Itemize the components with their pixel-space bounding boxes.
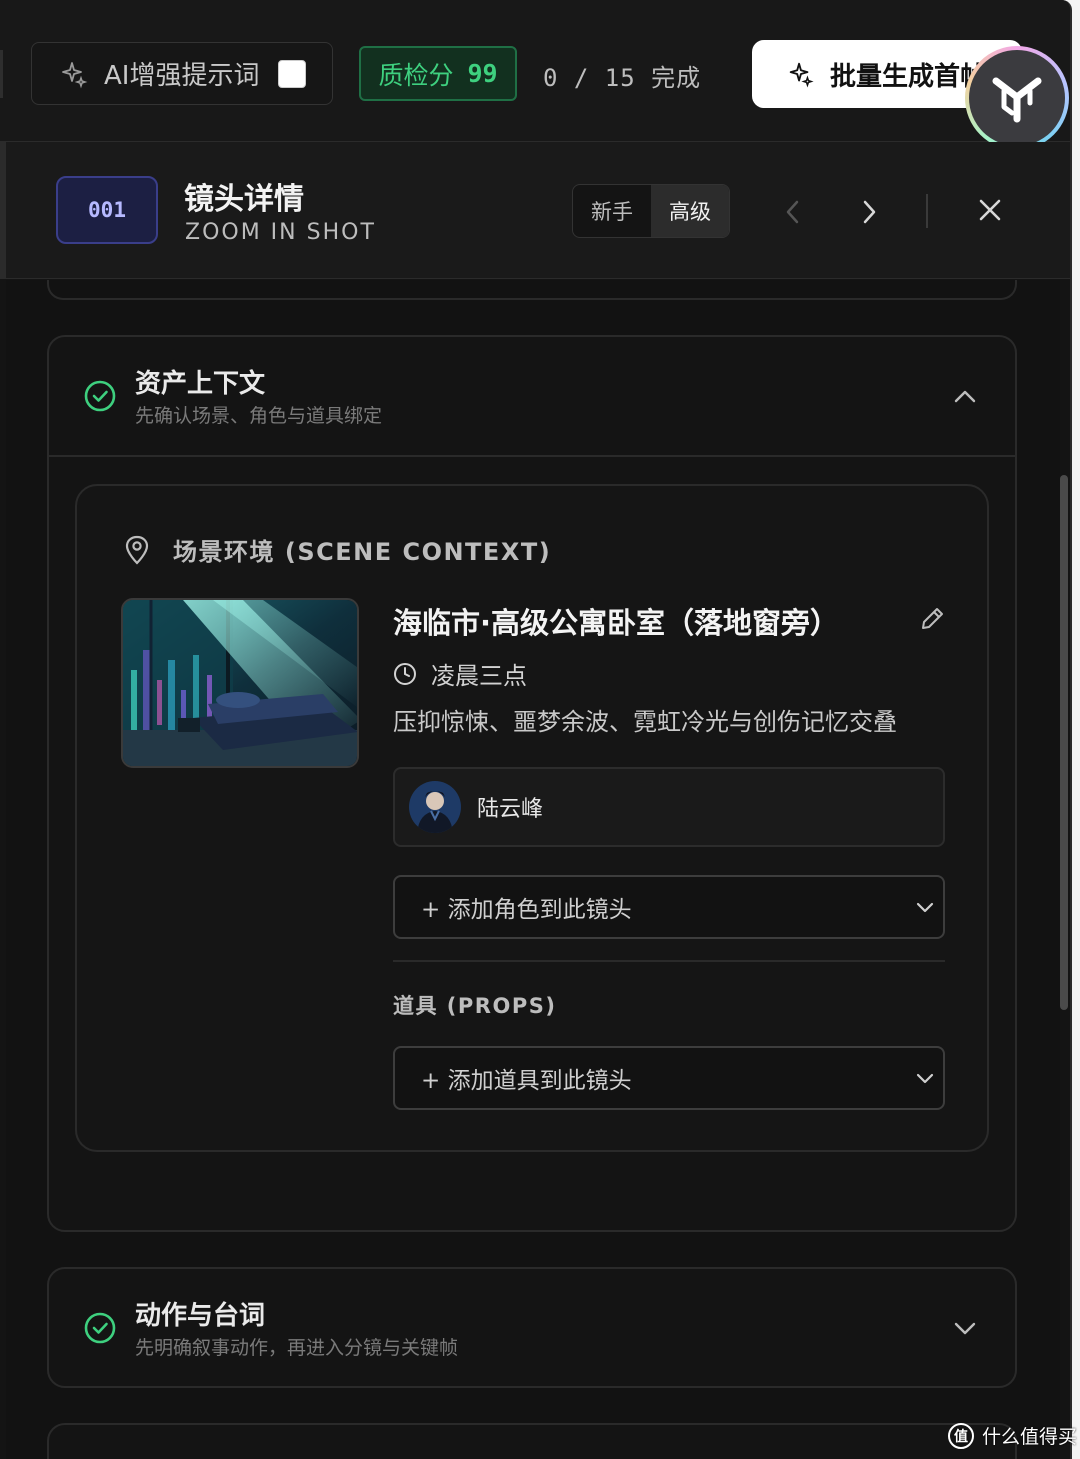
previous-panel-edge	[47, 280, 1017, 300]
action-dialogue-description: 先明确叙事动作，再进入分镜与关键帧	[135, 1337, 459, 1359]
shot-detail-header: 001 镜头详情 ZOOM IN SHOT 新手 高级	[0, 142, 1070, 279]
asset-context-header[interactable]: 资产上下文 先确认场景、角色与道具绑定	[49, 337, 1015, 455]
location-pin-icon	[125, 535, 149, 565]
check-circle-icon	[84, 1312, 116, 1344]
add-character-placeholder: + 添加角色到此镜头	[421, 897, 632, 923]
panel-divider	[49, 455, 1015, 457]
next-panel	[47, 1423, 1017, 1459]
asset-context-title: 资产上下文	[135, 369, 266, 399]
watermark-logo-icon: 值	[948, 1422, 974, 1449]
batch-generate-label: 批量生成首帧	[830, 61, 987, 92]
close-icon[interactable]	[976, 196, 1004, 224]
check-circle-icon	[84, 380, 116, 412]
asset-context-description: 先确认场景、角色与道具绑定	[135, 405, 383, 427]
qc-score-label: 质检分	[378, 60, 454, 90]
qc-score-badge: 质检分 99	[359, 46, 517, 101]
chevron-down-icon	[916, 1073, 934, 1084]
ai-enhance-checkbox[interactable]	[278, 60, 306, 88]
action-dialogue-panel: 动作与台词 先明确叙事动作，再进入分镜与关键帧	[47, 1267, 1017, 1388]
scene-time: 凌晨三点	[431, 662, 527, 690]
toolbar-edge	[0, 50, 3, 98]
progress-counter: 0 / 15 完成	[543, 64, 702, 92]
scene-context-card: 场景环境 (SCENE CONTEXT) 海临市·高级公寓卧室（落地窗旁） 凌晨…	[75, 484, 989, 1152]
scene-context-label: 场景环境 (SCENE CONTEXT)	[173, 538, 552, 566]
shot-detail-body[interactable]: 资产上下文 先确认场景、角色与道具绑定 场景环境 (SCENE CONTEXT)	[6, 280, 1060, 1459]
chevron-left-icon[interactable]	[782, 198, 804, 226]
scene-thumbnail-image	[123, 600, 357, 766]
header-divider	[926, 194, 928, 228]
chevron-right-icon[interactable]	[858, 198, 880, 226]
top-toolbar: AI增强提示词 质检分 99 0 / 15 完成 批量生成首帧	[0, 0, 1070, 150]
mode-advanced-tab[interactable]: 高级	[651, 185, 729, 237]
clock-icon	[394, 662, 416, 685]
add-character-select[interactable]: + 添加角色到此镜头	[393, 875, 945, 939]
character-name: 陆云峰	[477, 797, 544, 822]
scene-thumbnail[interactable]	[121, 598, 359, 768]
chevron-up-icon[interactable]	[953, 385, 977, 407]
chevron-down-icon	[916, 902, 934, 913]
app-logo-icon	[992, 77, 1042, 123]
asset-context-panel: 资产上下文 先确认场景、角色与道具绑定 场景环境 (SCENE CONTEXT)	[47, 335, 1017, 1232]
scene-time-row: 凌晨三点	[393, 656, 527, 691]
watermark-text: 什么值得买	[982, 1426, 1078, 1448]
shot-title: 镜头详情	[184, 182, 304, 217]
ai-enhance-label: AI增强提示词	[104, 61, 260, 91]
mode-switch: 新手 高级	[572, 184, 730, 238]
scrollbar-thumb[interactable]	[1060, 475, 1068, 1010]
scene-location-title: 海临市·高级公寓卧室（落地窗旁）	[393, 606, 840, 640]
action-dialogue-header[interactable]: 动作与台词 先明确叙事动作，再进入分镜与关键帧	[49, 1269, 1015, 1387]
avatar	[409, 781, 461, 833]
app-window: AI增强提示词 质检分 99 0 / 15 完成 批量生成首帧 001 镜头详情…	[0, 0, 1072, 1459]
scene-context-label-row: 场景环境 (SCENE CONTEXT)	[123, 532, 551, 567]
app-logo-button[interactable]	[965, 46, 1069, 150]
qc-score-value: 99	[467, 59, 498, 88]
edit-pencil-icon[interactable]	[919, 606, 945, 632]
scene-mood: 压抑惊悚、噩梦余波、霓虹冷光与创伤记忆交叠	[393, 708, 897, 736]
shot-type: ZOOM IN SHOT	[185, 220, 376, 245]
props-label: 道具 (PROPS)	[393, 994, 557, 1018]
add-prop-select[interactable]: + 添加道具到此镜头	[393, 1046, 945, 1110]
watermark: 值 什么值得买	[948, 1422, 1077, 1449]
section-divider	[393, 960, 945, 962]
character-chip[interactable]: 陆云峰	[393, 767, 945, 847]
character-avatar-image	[409, 781, 461, 833]
shot-id-badge: 001	[56, 176, 158, 244]
mode-beginner-tab[interactable]: 新手	[573, 185, 651, 237]
ai-enhance-toggle[interactable]: AI增强提示词	[31, 42, 333, 105]
action-dialogue-title: 动作与台词	[135, 1301, 266, 1331]
sparkle-icon	[62, 61, 88, 88]
add-prop-placeholder: + 添加道具到此镜头	[421, 1068, 632, 1094]
sparkle-icon	[789, 62, 814, 88]
chevron-down-icon[interactable]	[953, 1317, 977, 1339]
